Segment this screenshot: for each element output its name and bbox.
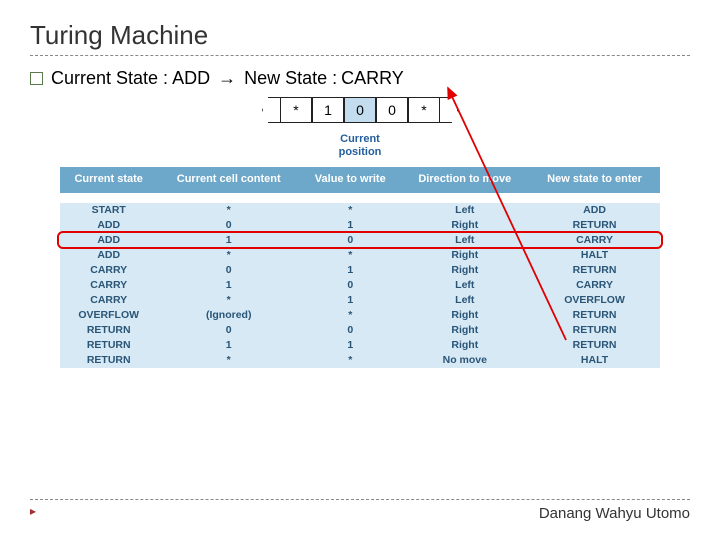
table-cell: Left [401,203,530,218]
state-transition-line: Current State : ADD → New State : CARRY [30,68,690,89]
table-row: START**LeftADD [60,203,660,218]
table-header: Direction to move [401,167,530,192]
table-row: ADD01RightRETURN [60,218,660,233]
table-cell: Right [401,218,530,233]
table-cell: CARRY [529,278,660,293]
table-cell: Right [401,263,530,278]
bullet-arrow: → [218,68,236,89]
bullet-mid: New State : [244,68,337,89]
bullet-state-to: CARRY [341,68,404,89]
tape-cell: 0 [376,97,408,123]
table-cell: 0 [157,263,300,278]
table-row: OVERFLOW(Ignored)*RightRETURN [60,308,660,323]
table-cell: 0 [300,323,401,338]
table-cell: Right [401,323,530,338]
table-cell: ADD [60,233,157,248]
tape-diagram: *100* Current position [30,97,690,159]
tape-cell: * [408,97,440,123]
table-header: Value to write [300,167,401,192]
table-cell: (Ignored) [157,308,300,323]
table-cell: 1 [300,263,401,278]
table-cell: 1 [157,338,300,353]
table-cell: Right [401,338,530,353]
table-cell: * [157,293,300,308]
table-cell: 1 [157,278,300,293]
table-cell: Right [401,248,530,263]
table-cell: RETURN [60,353,157,368]
table-cell: OVERFLOW [60,308,157,323]
table-cell: RETURN [529,323,660,338]
table-cell: 0 [300,233,401,248]
table-cell: * [157,353,300,368]
table-cell: * [157,203,300,218]
table-row: CARRY*1LeftOVERFLOW [60,293,660,308]
current-position-label: Current position [339,133,382,159]
table-header: New state to enter [529,167,660,192]
table-cell: CARRY [60,278,157,293]
transition-table-wrap: Current stateCurrent cell contentValue t… [60,167,660,367]
table-row: RETURN00RightRETURN [60,323,660,338]
table-cell: RETURN [529,338,660,353]
table-cell: HALT [529,353,660,368]
table-cell: * [300,203,401,218]
table-cell: * [157,248,300,263]
table-cell: Left [401,278,530,293]
table-cell: 1 [300,338,401,353]
author-name: Danang Wahyu Utomo [539,505,690,522]
table-cell: Left [401,293,530,308]
transition-table: Current stateCurrent cell contentValue t… [60,167,660,367]
table-cell: RETURN [60,338,157,353]
title-divider [30,55,690,56]
table-cell: * [300,248,401,263]
table-cell: RETURN [529,263,660,278]
table-cell: 0 [157,323,300,338]
table-cell: CARRY [60,263,157,278]
table-cell: ADD [60,248,157,263]
table-header: Current cell content [157,167,300,192]
table-cell: 0 [157,218,300,233]
table-cell: 1 [300,218,401,233]
table-cell: HALT [529,248,660,263]
table-header: Current state [60,167,157,192]
table-cell: Left [401,233,530,248]
table-cell: * [300,353,401,368]
table-cell: 1 [300,293,401,308]
table-row: ADD**RightHALT [60,248,660,263]
footer-bullet-icon: ▸ [30,504,36,518]
table-cell: RETURN [60,323,157,338]
table-row: RETURN11RightRETURN [60,338,660,353]
table-cell: Right [401,308,530,323]
table-cell: CARRY [60,293,157,308]
table-row: RETURN**No moveHALT [60,353,660,368]
table-cell: START [60,203,157,218]
bullet-state-from: ADD [172,68,210,89]
table-cell: 1 [157,233,300,248]
table-cell: OVERFLOW [529,293,660,308]
table-cell: * [300,308,401,323]
table-cell: RETURN [529,308,660,323]
tape-cell: * [280,97,312,123]
table-cell: CARRY [529,233,660,248]
bullet-prefix: Current State : [51,68,168,89]
table-row: ADD10LeftCARRY [60,233,660,248]
table-cell: No move [401,353,530,368]
table-row: CARRY10LeftCARRY [60,278,660,293]
table-cell: ADD [60,218,157,233]
table-cell: ADD [529,203,660,218]
slide-title: Turing Machine [30,20,690,51]
footer-divider [30,499,690,500]
table-cell: RETURN [529,218,660,233]
tape-cell: 0 [344,97,376,123]
table-cell: 0 [300,278,401,293]
table-row: CARRY01RightRETURN [60,263,660,278]
tape-cell: 1 [312,97,344,123]
bullet-square-icon [30,72,43,85]
